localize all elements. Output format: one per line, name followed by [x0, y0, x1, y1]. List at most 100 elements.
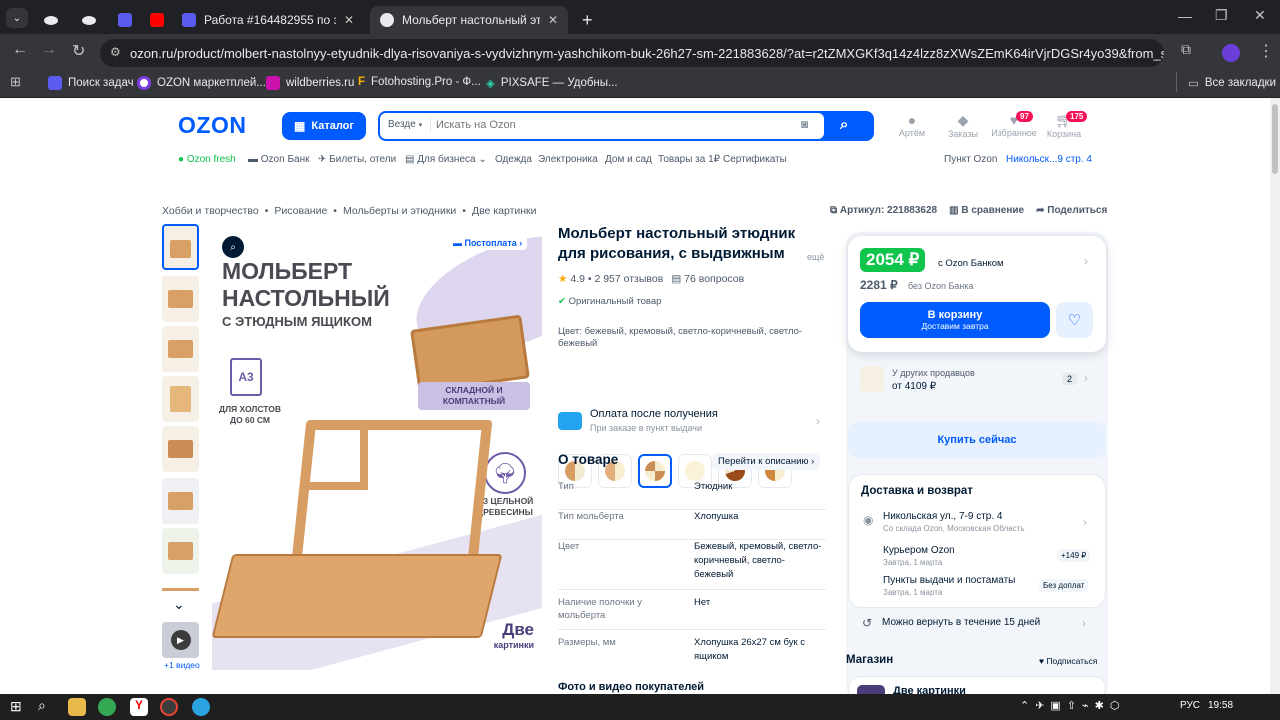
- tab-3[interactable]: [108, 6, 142, 34]
- windows-taskbar: ⊞ ⌕ Y ⌃✈▣⇧⌁✱⬡ РУС 19:58: [0, 694, 1280, 720]
- chevron-down-icon[interactable]: ⌄: [173, 596, 185, 613]
- nav-certificates[interactable]: Сертификаты: [723, 154, 787, 165]
- bookmark-ozon[interactable]: OZON маркетплей...: [137, 76, 266, 90]
- delivery-address[interactable]: ◉ Никольская ул., 7-9 стр. 4 Со склада O…: [861, 511, 1097, 535]
- catalog-button[interactable]: ▦ Каталог: [282, 112, 366, 140]
- nav-business[interactable]: ▤ Для бизнеса ⌄: [405, 154, 487, 165]
- profile-avatar[interactable]: [1222, 44, 1240, 62]
- bookmark-fotohosting[interactable]: F Fotohosting.Pro - Ф...: [358, 76, 481, 88]
- tab-5[interactable]: Работа #164482955 по заказу✕: [172, 6, 364, 34]
- chrome-icon[interactable]: [98, 698, 116, 716]
- divider: [430, 117, 431, 133]
- product-title: Мольберт настольный этюдник для рисовани…: [558, 225, 796, 262]
- compare-button[interactable]: ▥ В сравнение: [949, 205, 1024, 216]
- minimize-icon[interactable]: —: [1178, 8, 1192, 24]
- nav-electronics[interactable]: Электроника: [538, 154, 598, 165]
- language-indicator[interactable]: РУС: [1180, 700, 1200, 711]
- tab-list-button[interactable]: ⌄: [6, 8, 28, 28]
- thumbnail-4[interactable]: [162, 376, 199, 422]
- title-more-link[interactable]: ещё: [807, 252, 824, 262]
- menu-icon[interactable]: ⋮: [1258, 41, 1274, 61]
- thumbnail-1[interactable]: [162, 224, 199, 270]
- search-scope-select[interactable]: Везде ▾: [388, 119, 422, 130]
- pickup-address[interactable]: Никольск...9 стр. 4: [1006, 154, 1092, 165]
- favorite-button[interactable]: ♡: [1056, 302, 1093, 338]
- close-icon[interactable]: ✕: [344, 13, 354, 27]
- nav-ozon-fresh[interactable]: ● Ozon fresh: [178, 154, 236, 165]
- return-policy[interactable]: ↺ Можно вернуть в течение 15 дней ›: [860, 614, 1096, 634]
- scrollbar-thumb[interactable]: [1272, 104, 1278, 174]
- favorites-nav[interactable]: ♥ Избранное: [986, 112, 1042, 138]
- breadcrumb-item[interactable]: Рисование: [274, 205, 327, 217]
- page-scrollbar[interactable]: [1270, 98, 1280, 694]
- extensions-icon[interactable]: ⧉: [1181, 41, 1191, 58]
- postoplata-badge[interactable]: ▬ Постоплата ›: [448, 236, 528, 250]
- chevron-down-icon: ⌄: [12, 12, 22, 24]
- site-info-icon[interactable]: ⚙: [110, 45, 121, 59]
- thumbnail-6[interactable]: [162, 478, 199, 524]
- payment-after-receipt[interactable]: Оплата после получения При заказе в пунк…: [558, 408, 826, 438]
- nav-home-garden[interactable]: Дом и сад: [605, 154, 652, 165]
- new-tab-button[interactable]: +: [572, 6, 596, 34]
- shop-card[interactable]: Две картинки: [848, 676, 1106, 694]
- bookmark-wildberries[interactable]: wildberries.ru: [266, 76, 354, 90]
- nav-ozon-bank[interactable]: ▬ Ozon Банк: [248, 154, 309, 165]
- url-input[interactable]: ⚙ ozon.ru/product/molbert-nastolnyy-etyu…: [100, 39, 1164, 67]
- breadcrumb-item[interactable]: Хобби и творчество: [162, 205, 259, 217]
- buy-now-button[interactable]: Купить сейчас: [848, 422, 1106, 458]
- other-sellers[interactable]: У других продавцов от 4109 ₽ 2 ›: [860, 362, 1096, 398]
- bookmark-pixsafe[interactable]: ◈ PIXSAFE — Удобны...: [486, 76, 618, 90]
- close-icon[interactable]: ✕: [548, 13, 558, 27]
- main-product-image[interactable]: ⌕ ▬ Постоплата › МОЛЬБЕРТ НАСТОЛЬНЫЙ С Э…: [212, 224, 542, 670]
- thumbnail-8-partial[interactable]: [162, 588, 199, 591]
- bookmark-tasks[interactable]: Поиск задач: [48, 76, 134, 90]
- tab-1[interactable]: [34, 6, 68, 34]
- heart-icon: ♥: [1039, 656, 1045, 666]
- breadcrumb-item[interactable]: Две картинки: [472, 205, 537, 217]
- more-video-label[interactable]: +1 видео: [164, 660, 200, 670]
- camera-icon[interactable]: ◙: [801, 117, 808, 131]
- file-explorer-icon[interactable]: [68, 698, 86, 716]
- thumbnail-7[interactable]: [162, 528, 199, 574]
- reload-icon[interactable]: ↻: [72, 41, 85, 61]
- chevron-right-icon[interactable]: ›: [1084, 254, 1088, 268]
- yandex-icon[interactable]: Y: [130, 698, 148, 716]
- back-icon[interactable]: ←: [12, 41, 28, 59]
- subscribe-button[interactable]: ♥ Подписаться: [1033, 654, 1104, 668]
- tray-icons[interactable]: ⌃✈▣⇧⌁✱⬡: [1020, 699, 1126, 712]
- profile-nav[interactable]: ● Артём: [884, 112, 940, 138]
- thumbnail-5[interactable]: [162, 426, 199, 472]
- bank-price: 2054 ₽: [860, 248, 926, 272]
- nav-1-ruble[interactable]: Товары за 1₽: [658, 154, 720, 165]
- orders-nav[interactable]: ◆ Заказы: [935, 112, 991, 139]
- search-input[interactable]: [436, 115, 796, 135]
- thumbnail-2[interactable]: [162, 276, 199, 322]
- forward-icon[interactable]: →: [41, 41, 57, 59]
- search-icon[interactable]: ⌕: [38, 697, 46, 714]
- nav-clothes[interactable]: Одежда: [495, 154, 532, 165]
- maximize-icon[interactable]: ❐: [1215, 7, 1228, 24]
- breadcrumb-item[interactable]: Мольберты и этюдники: [343, 205, 456, 217]
- nav-tickets[interactable]: ✈ Билеты, отели: [318, 154, 396, 165]
- add-to-cart-button[interactable]: В корзину Доставим завтра: [860, 302, 1050, 338]
- windows-start-icon[interactable]: ⊞: [10, 698, 22, 715]
- chrome-active-icon[interactable]: [160, 698, 178, 716]
- tab-6-active[interactable]: Мольберт настольный этюдник✕: [370, 6, 568, 34]
- swatch-circle: [645, 461, 665, 481]
- thumbnail-3[interactable]: [162, 326, 199, 372]
- all-bookmarks[interactable]: ▭ Все закладки: [1188, 76, 1276, 90]
- search-icon[interactable]: ⌕: [840, 116, 848, 133]
- ozon-logo[interactable]: OZON: [178, 112, 246, 139]
- apps-grid-icon[interactable]: ⊞: [10, 74, 21, 90]
- video-thumbnail[interactable]: ▶: [162, 622, 199, 658]
- telegram-icon[interactable]: [192, 698, 210, 716]
- goto-description-button[interactable]: Перейти к описанию ›: [712, 453, 821, 470]
- tab-2[interactable]: [72, 6, 106, 34]
- close-window-icon[interactable]: ✕: [1254, 7, 1266, 24]
- tab-4[interactable]: [140, 6, 174, 34]
- image-search-icon[interactable]: ⌕: [222, 236, 244, 258]
- clock[interactable]: 19:58: [1208, 700, 1233, 711]
- article-number[interactable]: ⧉ Артикул: 221883628: [830, 205, 937, 216]
- rating-row[interactable]: ★ 4.9 • 2 957 отзывов ▤ 76 вопросов: [558, 273, 744, 285]
- share-button[interactable]: ➦ Поделиться: [1036, 205, 1107, 216]
